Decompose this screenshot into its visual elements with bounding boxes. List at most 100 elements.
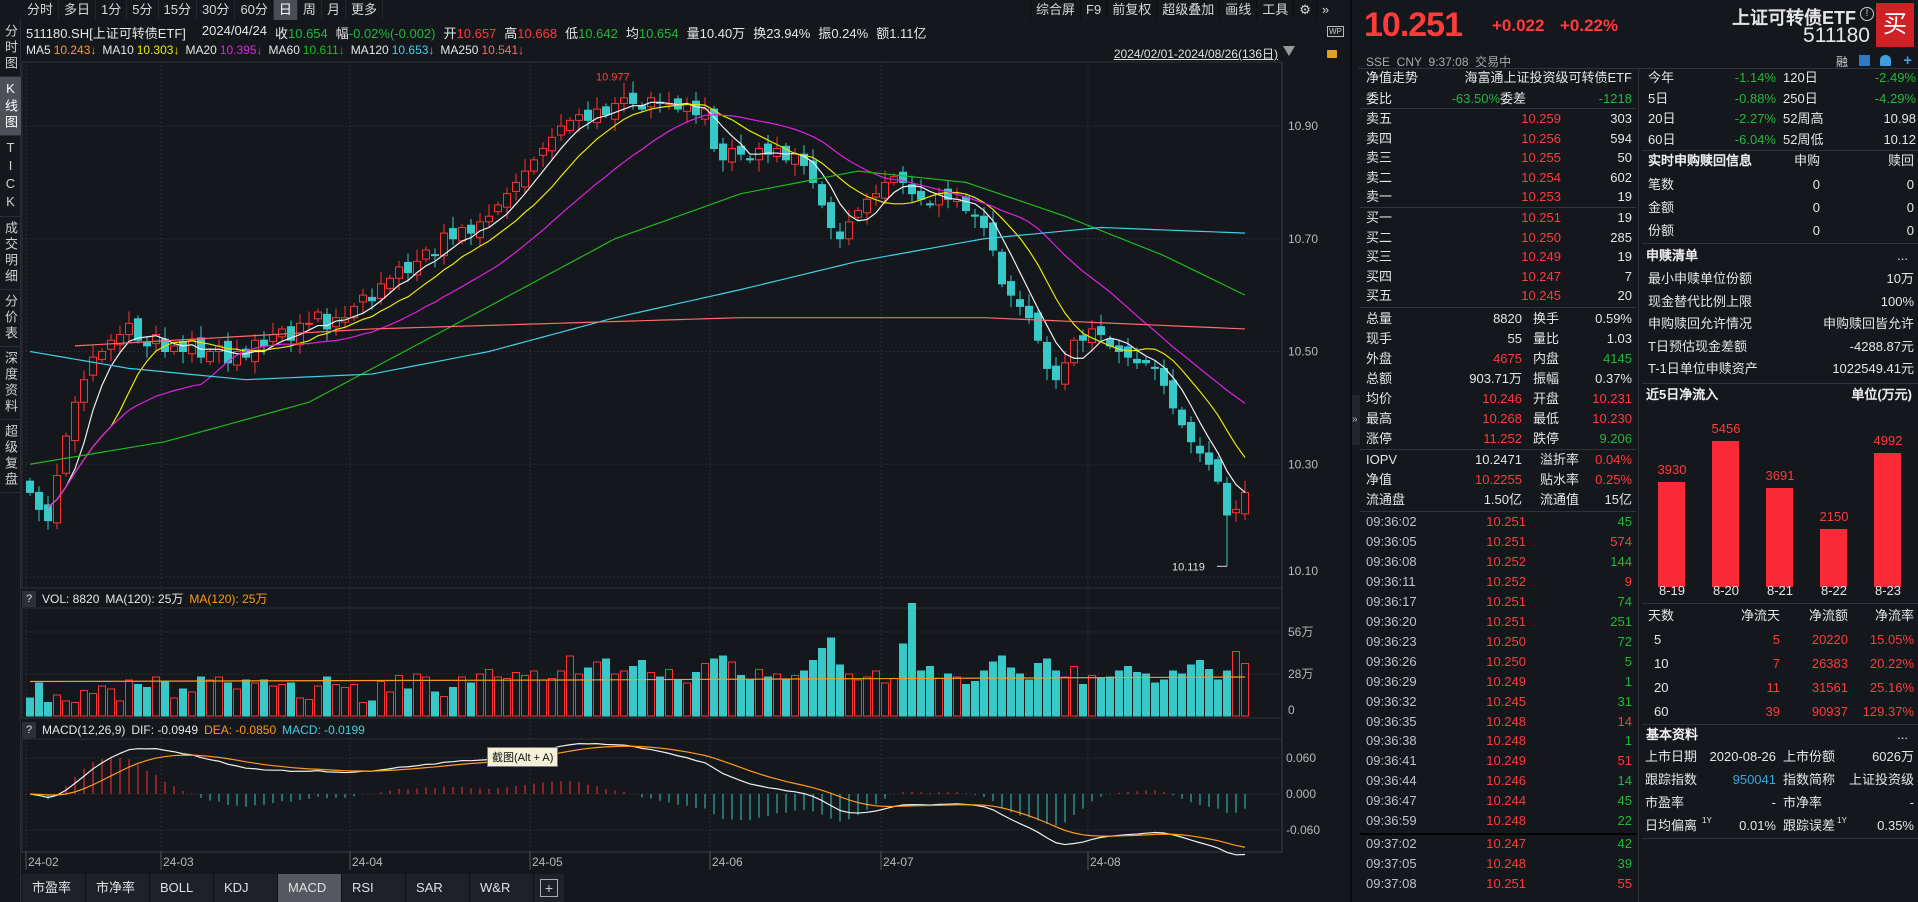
indicator-tab[interactable]: KDJ xyxy=(214,874,278,902)
volume-bar xyxy=(1079,684,1087,717)
volume-bar xyxy=(710,658,718,717)
days: 20 xyxy=(1654,680,1669,695)
label: 跌停 xyxy=(1533,431,1560,446)
divider xyxy=(1642,243,1918,244)
value: 10.2471 xyxy=(1475,452,1522,467)
stat-row: 涨停 11.252 跌停 9.206 xyxy=(1360,429,1636,449)
trade-volume: 72 xyxy=(1617,633,1632,649)
volume-bar xyxy=(1043,658,1051,717)
value: 90937 xyxy=(1811,704,1848,719)
trade-row: 09:36:41 10.249 51 xyxy=(1360,751,1636,771)
label: 内盘 xyxy=(1533,351,1560,366)
nav-trend-label[interactable]: 净值走势 xyxy=(1366,68,1418,88)
value: -2.27% xyxy=(1734,111,1776,126)
volume-bar xyxy=(1160,679,1168,717)
stat-row: 总额 903.71万 振幅 0.37% xyxy=(1360,369,1636,389)
subscription-row: 金额 0 0 xyxy=(1642,198,1918,218)
label: 总量 xyxy=(1366,311,1393,326)
label: 份额 xyxy=(1648,223,1675,238)
net-inflow-header: 近5日净流入 单位(万元) xyxy=(1642,385,1918,405)
help-button[interactable]: ? xyxy=(22,721,36,738)
value: 11.252 xyxy=(1483,431,1522,446)
candle-down xyxy=(1052,365,1060,381)
value: 20220 xyxy=(1811,632,1848,647)
col-header: 净流率 xyxy=(1874,608,1914,623)
volume-bar xyxy=(674,679,682,717)
trade-price: 10.244 xyxy=(1486,793,1526,809)
trade-row: 09:37:08 10.251 55 xyxy=(1360,874,1636,894)
value: -0.88% xyxy=(1734,90,1776,106)
expand-icon[interactable]: » xyxy=(1352,395,1360,445)
candle-down xyxy=(926,203,934,206)
candle-up xyxy=(539,148,547,156)
basic-info-row: 跟踪指数 950041 指数简称 上证投资级 xyxy=(1642,770,1918,790)
level-volume: 19 xyxy=(1617,189,1632,204)
indicator-tab[interactable]: 市净率 xyxy=(86,874,150,902)
value: 10.2255 xyxy=(1475,472,1522,487)
volume-bar xyxy=(341,687,349,717)
candle-up xyxy=(98,351,106,360)
value: 903.71万 xyxy=(1469,371,1522,386)
candle-up xyxy=(512,181,520,192)
value: 5 xyxy=(1772,632,1780,647)
section-title: 实时申购赎回信息 xyxy=(1648,153,1753,168)
trade-time: 09:36:23 xyxy=(1366,633,1417,649)
trade-time: 09:36:32 xyxy=(1366,693,1417,709)
kline-chart[interactable]: 10.90 10.70 10.50 10.30 10.10 56万 28万 0 0.060 0.0… xyxy=(0,0,1348,874)
volume-bar xyxy=(620,670,628,717)
stat-row: 外盘 4675 内盘 4145 xyxy=(1360,349,1636,369)
volume-bar xyxy=(854,679,862,717)
help-button[interactable]: ? xyxy=(22,590,36,607)
volume-bar xyxy=(971,681,979,717)
indicator-tab[interactable]: RSI xyxy=(342,874,406,902)
label: 52周高 xyxy=(1783,111,1824,126)
label: 跟踪误差 xyxy=(1783,818,1836,833)
trade-row: 09:36:08 10.252 144 xyxy=(1360,552,1636,572)
candle-down xyxy=(1124,346,1132,358)
more-button[interactable]: ... xyxy=(1897,246,1908,266)
candle-up xyxy=(557,125,565,136)
ask-level: 卖二 10.254 602 xyxy=(1360,168,1636,188)
volume-bar xyxy=(935,678,943,717)
candle-down xyxy=(1214,459,1222,482)
more-button[interactable]: ... xyxy=(1897,725,1908,745)
macd-tick-label: 0.060 xyxy=(1286,751,1316,765)
volume-bar xyxy=(296,697,304,717)
bar-value-label: 3691 xyxy=(1765,468,1795,484)
candle-down xyxy=(1178,409,1186,426)
bar-value-label: 3930 xyxy=(1657,461,1687,477)
bar-value-label: 5456 xyxy=(1711,420,1741,436)
volume-bar xyxy=(422,676,430,717)
candle-up xyxy=(71,401,79,442)
indicator-tab[interactable]: W&R xyxy=(470,874,534,902)
indicator-tab[interactable]: SAR xyxy=(406,874,470,902)
candle-up xyxy=(1070,339,1078,364)
volume-bar xyxy=(107,688,115,717)
value: 9.206 xyxy=(1599,431,1632,446)
bar-category-label: 8-19 xyxy=(1658,583,1686,598)
volume-bar xyxy=(368,700,376,717)
candle-up xyxy=(881,181,889,199)
add-indicator-button[interactable]: + xyxy=(540,879,558,897)
indicator-tab[interactable]: BOLL xyxy=(150,874,214,902)
value: 10.230 xyxy=(1592,411,1632,426)
candle-up xyxy=(521,170,529,188)
volume-bar xyxy=(314,685,322,717)
trade-row: 09:36:26 10.250 5 xyxy=(1360,652,1636,672)
candle-up xyxy=(422,249,430,260)
volume-bar xyxy=(53,694,61,717)
trade-time: 09:36:59 xyxy=(1366,813,1417,829)
label: 250日 xyxy=(1783,90,1818,106)
value: 0 xyxy=(1812,177,1820,192)
volume-bar xyxy=(404,688,412,717)
indicator-tab[interactable]: 市盈率 xyxy=(22,874,86,902)
volume-bar xyxy=(503,678,511,717)
indicator-tab[interactable]: MACD xyxy=(278,874,342,902)
candle-up xyxy=(206,351,214,363)
bid-level: 买二 10.250 285 xyxy=(1360,228,1636,248)
trade-price: 10.250 xyxy=(1486,633,1526,649)
candle-down xyxy=(719,143,727,161)
label: 上市日期 xyxy=(1645,749,1698,764)
macd-dea: DEA: -0.0850 xyxy=(204,722,277,737)
subscription-row: 笔数 0 0 xyxy=(1642,175,1918,195)
